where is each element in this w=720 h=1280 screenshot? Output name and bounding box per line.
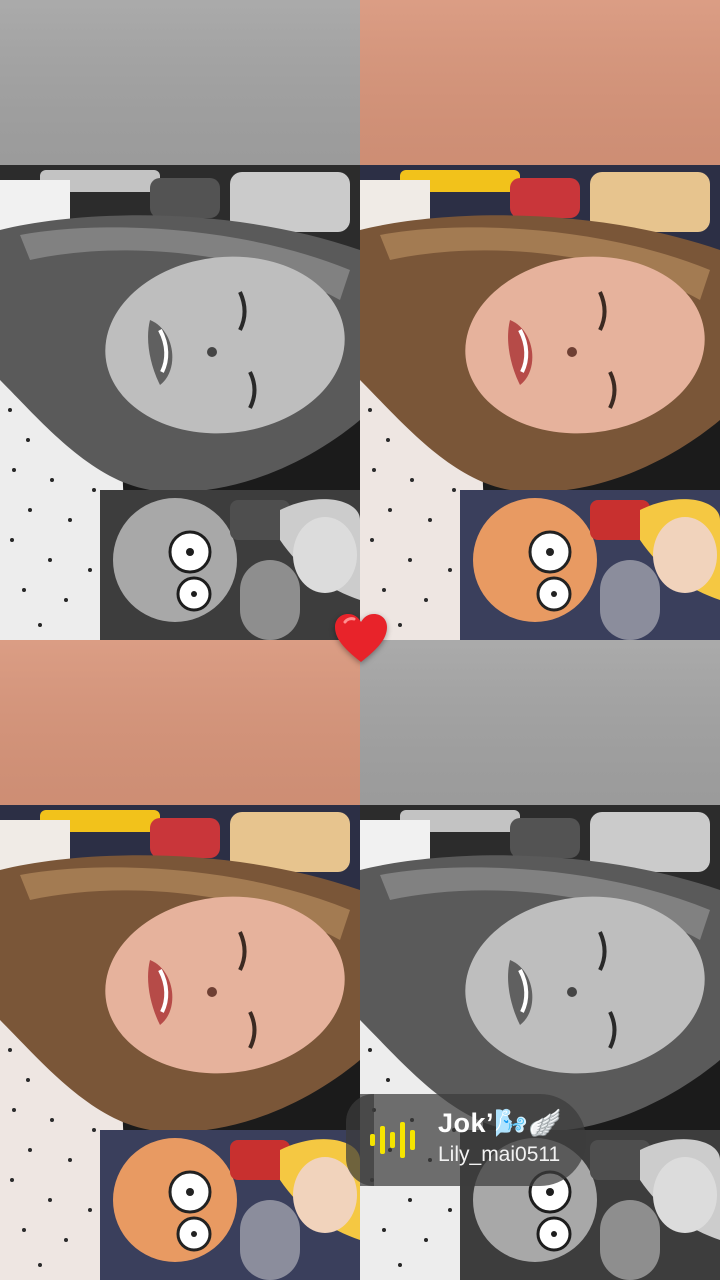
equalizer-icon — [370, 1120, 418, 1160]
video-frame — [0, 0, 360, 640]
song-title: Jok’🌬️🪽 — [438, 1108, 563, 1138]
music-pill[interactable]: Jok’🌬️🪽 Lily_mai0511 — [346, 1094, 586, 1186]
song-username: Lily_mai0511 — [438, 1143, 561, 1166]
heart-icon[interactable] — [333, 612, 389, 664]
video-frame — [360, 0, 720, 640]
video-tile-bottom-left[interactable] — [0, 640, 360, 1280]
equalizer-bars — [370, 1122, 415, 1158]
video-tile-top-right[interactable] — [360, 0, 720, 640]
video-frame — [0, 640, 360, 1280]
music-info: Jok’🌬️🪽 Lily_mai0511 — [438, 1106, 578, 1170]
video-tile-top-left[interactable] — [0, 0, 360, 640]
heart-shape — [335, 614, 387, 662]
